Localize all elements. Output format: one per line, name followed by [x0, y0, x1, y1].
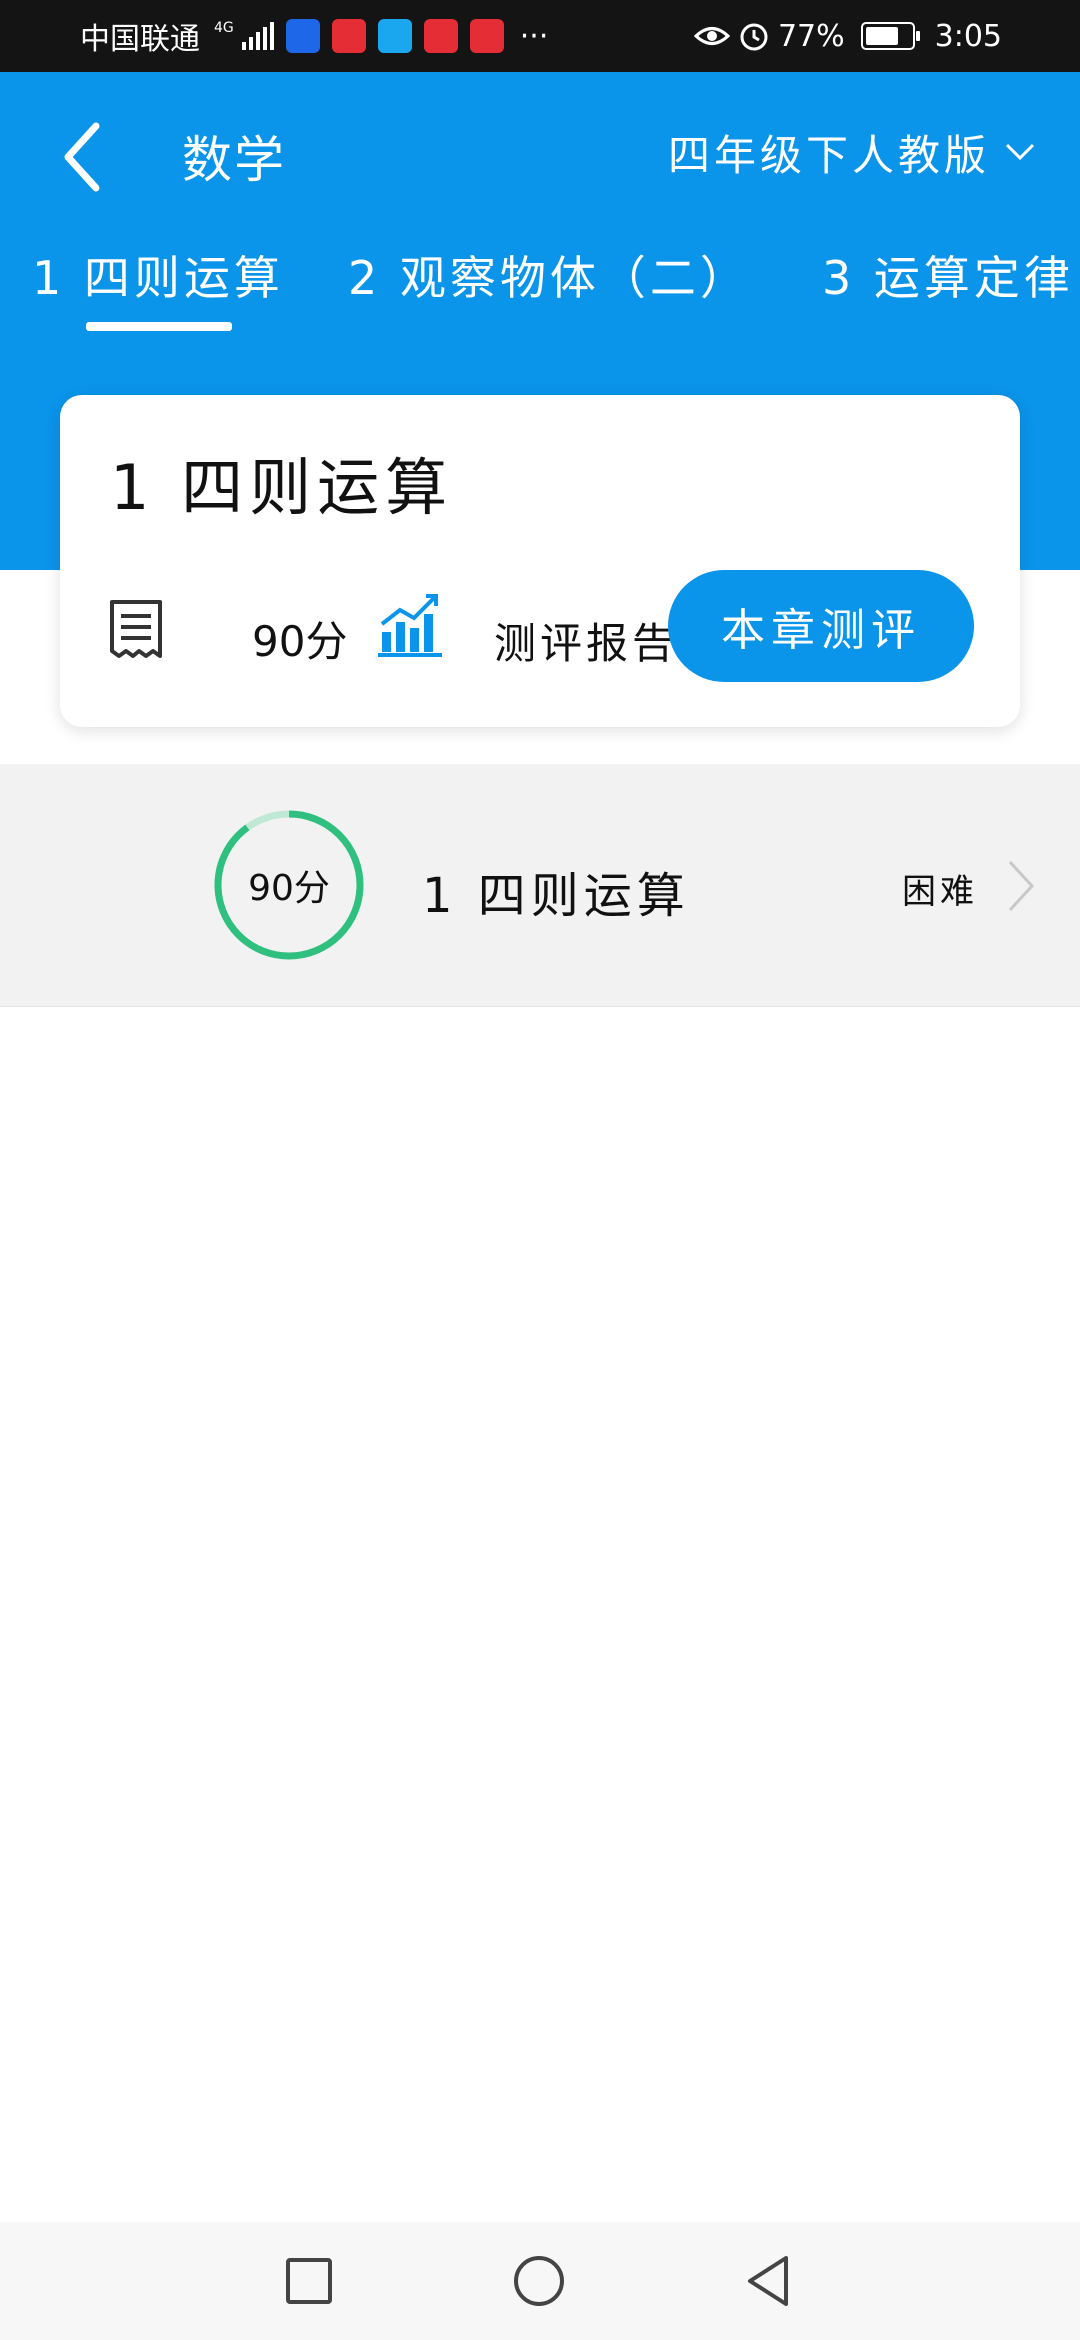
chapter-actions: 90分 测评报告 本章测评: [106, 570, 974, 700]
back-chevron-left-icon[interactable]: [50, 112, 120, 202]
home-circle-icon[interactable]: [508, 2250, 570, 2312]
app-notification-icon: [331, 19, 366, 53]
tab-chapter-2[interactable]: 2 观察物体（二）: [348, 242, 750, 308]
back-triangle-icon[interactable]: [738, 2250, 800, 2312]
app-notification-icon: [285, 19, 320, 53]
eye-comfort-icon: [693, 27, 730, 45]
page-title: 数学: [182, 131, 286, 189]
clock: 3:05: [934, 18, 1002, 54]
battery-percent: 77%: [777, 18, 845, 54]
chapter-test-button[interactable]: 本章测评: [668, 570, 974, 682]
difficulty-badge: 困难: [902, 872, 978, 912]
battery-icon: [860, 22, 920, 50]
section-score: 90分: [248, 868, 330, 909]
chevron-right-icon: [1008, 860, 1035, 912]
tab-chapter-1[interactable]: 1 四则运算: [32, 242, 284, 308]
status-left: 中国联通 4G ···: [80, 0, 548, 72]
screen: 中国联通 4G ··· 77% 3:05 数学 四年级下人教版 1 四则运算 2…: [0, 0, 1080, 2340]
app-notification-icon: [423, 19, 458, 53]
grade-label: 四年级下人教版: [667, 130, 990, 180]
system-navigation-bar: [0, 2222, 1080, 2340]
evaluation-report-link[interactable]: 测评报告: [494, 610, 678, 671]
chapter-card: 1 四则运算 90分 测评报告 本章测评: [60, 395, 1020, 727]
search-app-notification-icon: [377, 19, 412, 53]
chapter-title: 1 四则运算: [110, 451, 454, 524]
network-type: 4G: [214, 20, 234, 36]
section-title: 1 四则运算: [422, 868, 690, 924]
grade-selector[interactable]: 四年级下人教版: [668, 122, 1036, 182]
bar-chart-icon[interactable]: [378, 592, 442, 658]
recent-apps-square-icon[interactable]: [278, 2250, 340, 2312]
chapter-tabs: 1 四则运算 2 观察物体（二） 3 运算定律: [0, 242, 1080, 352]
chapter-score: 90分: [252, 617, 348, 666]
status-right: 77% 3:05: [693, 0, 1002, 72]
status-bar: 中国联通 4G ··· 77% 3:05: [0, 0, 1080, 72]
app-notification-icon: [469, 19, 504, 53]
alarm-icon: [740, 23, 768, 51]
chevron-down-icon: [1005, 143, 1035, 161]
section-list-item[interactable]: 90分 1 四则运算 困难: [0, 764, 1080, 1007]
active-tab-indicator: [86, 322, 232, 331]
carrier-label: 中国联通: [80, 22, 200, 57]
tab-chapter-3[interactable]: 3 运算定律: [822, 242, 1074, 308]
signal-icon: [241, 22, 274, 50]
receipt-icon: [110, 600, 162, 658]
more-notifications-icon: ···: [519, 18, 549, 54]
